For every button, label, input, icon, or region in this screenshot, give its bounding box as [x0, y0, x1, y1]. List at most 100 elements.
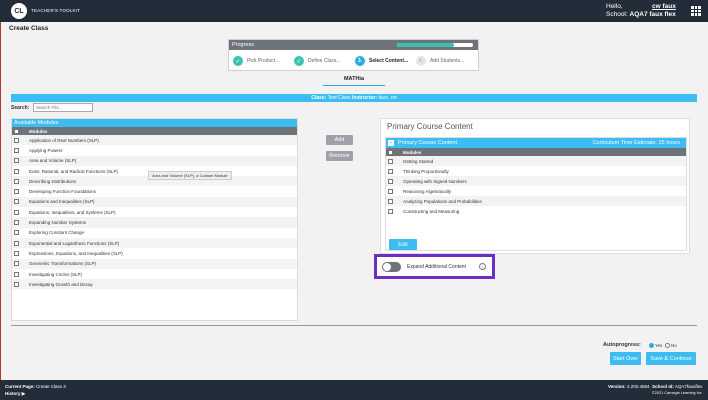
- start-over-button[interactable]: Start Over: [610, 352, 641, 365]
- module-name: Analyzing Populations and Probabilities: [403, 198, 482, 204]
- list-item[interactable]: Exploring Constant Change: [12, 228, 297, 238]
- modules-column-header: Modules: [12, 127, 297, 135]
- module-checkbox[interactable]: [14, 178, 19, 184]
- list-item[interactable]: Analyzing Populations and Probabilities: [386, 196, 686, 206]
- module-name: Equations, Inequalities, and Systems (SL…: [29, 209, 116, 215]
- module-checkbox[interactable]: [388, 158, 393, 164]
- version-info: Version: 4.200.4584 School Id: AQA7fauxf…: [608, 384, 702, 389]
- list-item[interactable]: Equations, Inequalities, and Systems (SL…: [12, 207, 297, 217]
- module-name: Applying Powers: [29, 147, 63, 153]
- list-item[interactable]: Reasoning Algebraically: [386, 186, 686, 196]
- list-item[interactable]: Application of Real Numbers (SLP): [12, 135, 297, 146]
- copyright: ©2021 Carnegie Learning Inc: [652, 391, 702, 395]
- save-continue-button[interactable]: Save & Continue: [646, 352, 696, 365]
- module-checkbox[interactable]: [14, 147, 19, 153]
- step-label: Pick Product...: [247, 58, 280, 64]
- module-checkbox[interactable]: [14, 158, 19, 164]
- step-add-students[interactable]: 4. Add Students...: [416, 54, 477, 68]
- top-nav-bar: CL TEACHER'S TOOLKIT Hello, cw faux Scho…: [0, 0, 708, 22]
- column-label: Modules: [403, 149, 422, 155]
- remove-button[interactable]: Remove: [326, 151, 353, 161]
- product-tab[interactable]: MATHia: [0, 76, 708, 82]
- add-button[interactable]: Add: [326, 135, 353, 145]
- module-name: Operating with Signed Numbers: [403, 178, 467, 184]
- available-modules-panel: Available Modules Modules Application of…: [11, 118, 298, 321]
- select-all-checkbox[interactable]: [14, 128, 19, 134]
- autoprogress-yes-radio[interactable]: [649, 343, 654, 348]
- list-item[interactable]: Expanding Number Systems: [12, 217, 297, 228]
- list-item[interactable]: Geometric Transformations (SLP): [12, 258, 297, 269]
- column-label: Modules: [29, 128, 48, 134]
- module-checkbox[interactable]: [14, 220, 19, 226]
- available-modules-title: Available Modules: [12, 119, 297, 127]
- module-checkbox[interactable]: [388, 168, 393, 174]
- module-checkbox[interactable]: [388, 198, 393, 204]
- grid-icon[interactable]: [691, 6, 701, 16]
- toggle-knob: [383, 263, 391, 271]
- class-info-bar: Class: Test Class Instructor: faux, cw: [11, 94, 697, 102]
- progress-label: Progress: [232, 42, 255, 48]
- module-name: Equations and Inequalities (SLP): [29, 199, 95, 205]
- list-item[interactable]: Investigating Growth and Decay: [12, 279, 297, 290]
- module-checkbox[interactable]: [14, 189, 19, 195]
- module-checkbox[interactable]: [14, 281, 19, 287]
- module-checkbox[interactable]: [14, 168, 19, 174]
- expand-toggle[interactable]: [382, 262, 401, 272]
- module-name: Exploring Constant Change: [29, 230, 85, 236]
- module-checkbox[interactable]: [388, 188, 393, 194]
- list-item[interactable]: Investigating Circles (SLP): [12, 269, 297, 279]
- list-item[interactable]: Developing Function Foundations: [12, 186, 297, 196]
- list-item[interactable]: Operating with Signed Numbers: [386, 176, 686, 186]
- list-item[interactable]: Constructing and Measuring: [386, 206, 686, 216]
- module-checkbox[interactable]: [14, 199, 19, 205]
- module-name: Euler, Rational, and Radical Functions (…: [29, 168, 119, 174]
- list-item[interactable]: Exponential and Logarithmic Functions (S…: [12, 237, 297, 249]
- list-item[interactable]: Equations and Inequalities (SLP): [12, 196, 297, 208]
- progress-header: Progress: [229, 40, 478, 50]
- primary-modules-list: Getting Started Thinking Proportionally …: [386, 156, 686, 216]
- module-name: Area and Volume (SLP): [29, 158, 77, 164]
- school-id-label: School Id:: [652, 384, 674, 389]
- module-checkbox[interactable]: [14, 261, 19, 267]
- time-estimate: Curriculum Time Estimate: 25 hours: [592, 140, 680, 146]
- progress-bar: [397, 43, 473, 47]
- list-item[interactable]: Thinking Proportionally: [386, 166, 686, 176]
- user-greeting: Hello, cw faux School: AQA7 faux flex: [606, 3, 686, 19]
- module-name: Investigating Circles (SLP): [29, 271, 83, 277]
- edit-button[interactable]: Edit: [389, 239, 417, 250]
- check-icon: ✓: [294, 56, 304, 66]
- module-name: Thinking Proportionally: [403, 168, 449, 174]
- school-line: School: AQA7 faux flex: [606, 11, 686, 19]
- module-checkbox[interactable]: [14, 271, 19, 277]
- step-pick-product[interactable]: ✓ Pick Product...: [233, 54, 294, 68]
- autoprogress-no-radio[interactable]: [665, 343, 670, 348]
- version-label: Version:: [608, 384, 626, 389]
- current-page-label: Current Page:: [5, 384, 35, 389]
- module-checkbox[interactable]: [14, 209, 19, 215]
- module-checkbox[interactable]: [14, 250, 19, 256]
- minus-icon[interactable]: –: [388, 140, 394, 146]
- module-checkbox[interactable]: [388, 208, 393, 214]
- select-all-checkbox[interactable]: [388, 149, 393, 155]
- module-name: Expanding Number Systems: [29, 220, 87, 226]
- module-checkbox[interactable]: [14, 230, 19, 236]
- primary-column-header: Modules: [386, 148, 686, 156]
- school-label: School:: [606, 11, 628, 18]
- user-name-link[interactable]: cw faux: [652, 3, 676, 11]
- info-icon[interactable]: i: [479, 263, 486, 270]
- module-checkbox[interactable]: [14, 137, 19, 143]
- step-define-class[interactable]: ✓ Define Class...: [294, 54, 355, 68]
- module-checkbox[interactable]: [388, 178, 393, 184]
- autoprogress-yes-label: Yes: [655, 343, 663, 348]
- logo[interactable]: CL: [11, 3, 27, 19]
- list-item[interactable]: Area and Volume (SLP): [12, 155, 297, 166]
- step-select-content[interactable]: 3. Select Content...: [355, 54, 416, 68]
- list-item[interactable]: Expressions, Equations, and Inequalities…: [12, 248, 297, 258]
- list-item[interactable]: Getting Started: [386, 156, 686, 166]
- module-checkbox[interactable]: [14, 240, 19, 246]
- expand-additional-content: Expand Additional Content i: [374, 254, 495, 279]
- list-item[interactable]: Applying Powers: [12, 145, 297, 155]
- history-link[interactable]: History ▶: [5, 391, 25, 397]
- divider: [11, 325, 697, 326]
- search-input[interactable]: [33, 103, 93, 112]
